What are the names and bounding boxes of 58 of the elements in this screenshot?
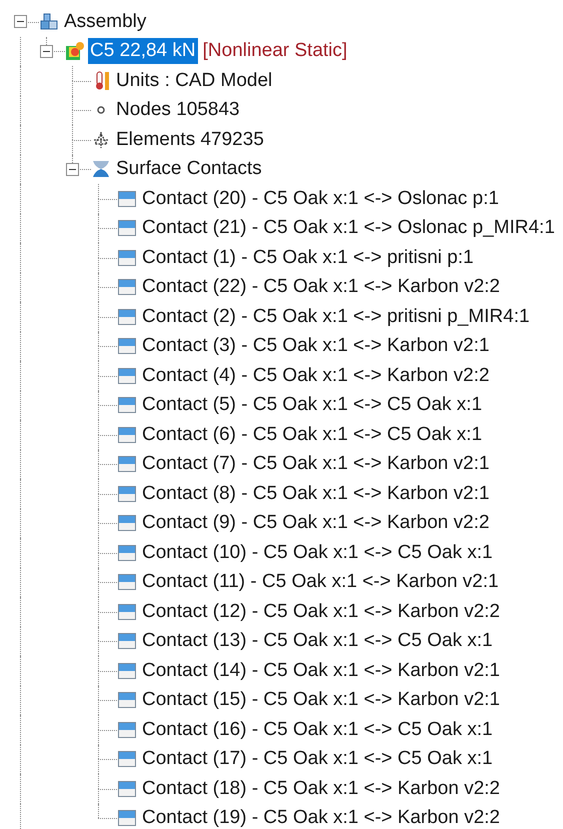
tree-item[interactable]: Contact (10) - C5 Oak x:1 <-> C5 Oak x:1 xyxy=(140,540,495,566)
panel-icon xyxy=(117,602,137,622)
panel-icon xyxy=(117,277,137,298)
tree-item[interactable]: C5 22,84 kN xyxy=(88,38,198,64)
panel-icon xyxy=(117,572,137,592)
panel-icon xyxy=(117,336,137,356)
panel-icon xyxy=(117,720,137,740)
tree-item[interactable]: Contact (16) - C5 Oak x:1 <-> C5 Oak x:1 xyxy=(140,716,495,743)
tree-item[interactable]: Contact (20) - C5 Oak x:1 <-> Oslonac p:1 xyxy=(140,186,501,212)
collapse-toggle[interactable] xyxy=(66,162,79,176)
panel-icon xyxy=(117,778,137,799)
panel-icon xyxy=(117,248,137,268)
tree-item[interactable]: Nodes 105843 xyxy=(114,97,242,124)
panel-icon xyxy=(117,749,137,770)
panel-icon xyxy=(117,218,137,238)
tree-item[interactable]: Contact (3) - C5 Oak x:1 <-> Karbon v2:1 xyxy=(140,333,492,360)
tree-item[interactable]: Assembly xyxy=(62,8,148,35)
tree-item[interactable]: Contact (11) - C5 Oak x:1 <-> Karbon v2:1 xyxy=(140,569,501,596)
panel-icon xyxy=(117,690,137,710)
tree-item[interactable]: Contact (1) - C5 Oak x:1 <-> pritisni p:1 xyxy=(140,244,476,271)
panel-icon xyxy=(117,808,137,828)
panel-icon xyxy=(117,631,137,652)
tree-item[interactable]: Surface Contacts xyxy=(114,156,264,182)
tree-item[interactable]: Contact (19) - C5 Oak x:1 <-> Karbon v2:2 xyxy=(140,805,502,829)
panel-icon xyxy=(117,454,137,474)
panel-icon xyxy=(117,366,137,386)
tree-item[interactable]: Contact (18) - C5 Oak x:1 <-> Karbon v2:2 xyxy=(140,776,502,802)
collapse-toggle[interactable] xyxy=(14,15,27,28)
panel-icon xyxy=(117,660,137,681)
tree-item[interactable]: Contact (2) - C5 Oak x:1 <-> pritisni p_MIR4:1 xyxy=(140,304,532,330)
tree-item[interactable]: Elements 479235 xyxy=(114,126,266,153)
tree-item[interactable]: Contact (6) - C5 Oak x:1 <-> C5 Oak x:1 xyxy=(140,422,484,448)
analysis-type-label: [Nonlinear Static] xyxy=(202,40,348,62)
panel-icon xyxy=(117,306,137,327)
tree-item[interactable]: Contact (5) - C5 Oak x:1 <-> C5 Oak x:1 xyxy=(140,392,484,418)
panel-icon xyxy=(117,513,137,534)
tree-item[interactable]: Units : CAD Model xyxy=(114,68,274,94)
hourglass-icon xyxy=(91,159,111,180)
blocks-icon xyxy=(39,12,59,32)
panel-icon xyxy=(117,484,137,504)
panel-icon xyxy=(117,188,137,209)
tree-item[interactable]: Contact (17) - C5 Oak x:1 <-> C5 Oak x:1 xyxy=(140,746,495,772)
heatmap-cube-icon xyxy=(65,41,85,62)
panel-icon xyxy=(117,542,137,563)
tree-item[interactable]: Contact (13) - C5 Oak x:1 <-> C5 Oak x:1 xyxy=(140,628,495,654)
tree-item[interactable]: Contact (14) - C5 Oak x:1 <-> Karbon v2:1 xyxy=(140,658,502,684)
collapse-toggle[interactable] xyxy=(40,44,53,58)
panel-icon xyxy=(117,395,137,416)
tree-item[interactable]: Contact (7) - C5 Oak x:1 <-> Karbon v2:1 xyxy=(140,451,492,478)
tree-item[interactable]: Contact (9) - C5 Oak x:1 <-> Karbon v2:2 xyxy=(140,510,492,536)
tree-item[interactable]: Contact (22) - C5 Oak x:1 <-> Karbon v2:2 xyxy=(140,274,502,300)
panel-icon xyxy=(117,424,137,445)
tree-item[interactable]: Contact (8) - C5 Oak x:1 <-> Karbon v2:1 xyxy=(140,480,492,507)
tree-item[interactable]: Contact (15) - C5 Oak x:1 <-> Karbon v2:1 xyxy=(140,687,502,714)
mesh-node-icon xyxy=(91,130,111,150)
tree-item[interactable]: Contact (12) - C5 Oak x:1 <-> Karbon v2:2 xyxy=(140,598,502,625)
tree-item[interactable]: Contact (21) - C5 Oak x:1 <-> Oslonac p_MIR4:1 xyxy=(140,215,557,242)
tree-item[interactable]: Contact (4) - C5 Oak x:1 <-> Karbon v2:2 xyxy=(140,362,492,389)
